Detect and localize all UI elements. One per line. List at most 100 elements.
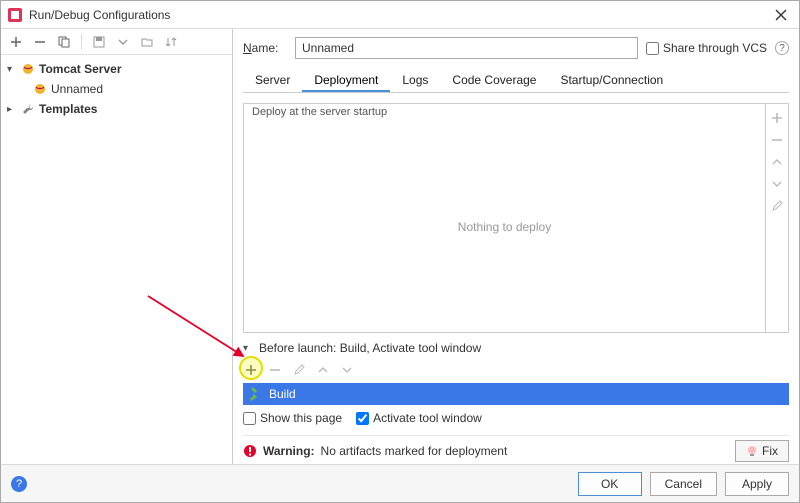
help-button[interactable]: ? xyxy=(11,476,27,492)
activate-tool-window-checkbox[interactable]: Activate tool window xyxy=(356,411,482,425)
tab-deployment[interactable]: Deployment xyxy=(302,69,390,92)
deploy-up-button[interactable] xyxy=(769,154,785,170)
cancel-button[interactable]: Cancel xyxy=(650,472,717,496)
bulb-icon xyxy=(746,445,758,457)
chevron-down-icon xyxy=(342,365,352,375)
tree-item-templates[interactable]: ▸ Templates xyxy=(1,99,232,119)
before-launch-up-button[interactable] xyxy=(315,362,331,378)
add-config-button[interactable] xyxy=(7,33,25,51)
warning-text: No artifacts marked for deployment xyxy=(321,444,508,458)
chevron-down-icon xyxy=(118,37,128,47)
separator xyxy=(81,34,82,50)
deploy-area: Deploy at the server startup Nothing to … xyxy=(243,103,789,333)
pencil-icon xyxy=(771,200,783,212)
before-launch-checks: Show this page Activate tool window xyxy=(243,411,789,425)
plus-icon xyxy=(771,112,783,124)
before-launch-item-build[interactable]: Build xyxy=(243,383,789,405)
save-icon xyxy=(93,36,105,48)
copy-icon xyxy=(58,36,70,48)
name-row: Name: Share through VCS ? xyxy=(243,37,789,59)
app-icon xyxy=(7,7,23,23)
share-vcs-label: Share through VCS xyxy=(663,41,767,55)
show-this-page-label: Show this page xyxy=(260,411,342,425)
content-split: ▾ Tomcat Server Unnamed ▸ Templates Name… xyxy=(1,29,799,464)
ok-button[interactable]: OK xyxy=(578,472,642,496)
before-launch-toolbar xyxy=(243,359,789,381)
sort-button[interactable] xyxy=(162,33,180,51)
close-button[interactable] xyxy=(769,3,793,27)
before-launch-title: Before launch: Build, Activate tool wind… xyxy=(259,341,481,355)
deploy-edit-button[interactable] xyxy=(769,198,785,214)
show-this-page-checkbox[interactable]: Show this page xyxy=(243,411,342,425)
tree-item-unnamed[interactable]: Unnamed xyxy=(1,79,232,99)
copy-config-button[interactable] xyxy=(55,33,73,51)
hammer-icon xyxy=(249,387,263,401)
warning-row: Warning: No artifacts marked for deploym… xyxy=(243,435,789,466)
activate-tool-window-label: Activate tool window xyxy=(373,411,482,425)
plus-icon xyxy=(10,36,22,48)
error-icon xyxy=(243,444,257,458)
before-launch-edit-button[interactable] xyxy=(291,362,307,378)
plus-icon xyxy=(245,364,257,376)
collapse-tree-button[interactable] xyxy=(138,33,156,51)
minus-icon xyxy=(34,36,46,48)
tomcat-icon xyxy=(21,62,35,76)
before-launch-down-button[interactable] xyxy=(339,362,355,378)
deploy-body-wrap: Deploy at the server startup Nothing to … xyxy=(244,104,788,332)
deploy-body: Nothing to deploy xyxy=(244,104,766,332)
show-this-page-input[interactable] xyxy=(243,412,256,425)
deploy-side-toolbar xyxy=(766,104,788,332)
name-input[interactable] xyxy=(295,37,638,59)
save-config-button[interactable] xyxy=(90,33,108,51)
button-bar: ? OK Cancel Apply xyxy=(1,464,799,502)
expand-tree-button[interactable] xyxy=(114,33,132,51)
chevron-down-icon: ▾ xyxy=(7,64,19,75)
fix-label: Fix xyxy=(762,444,778,458)
deploy-header: Deploy at the server startup xyxy=(252,106,387,118)
tree-item-tomcat[interactable]: ▾ Tomcat Server xyxy=(1,59,232,79)
pencil-icon xyxy=(293,364,305,376)
deploy-remove-button[interactable] xyxy=(769,132,785,148)
before-launch-remove-button[interactable] xyxy=(267,362,283,378)
fix-button[interactable]: Fix xyxy=(735,440,789,462)
chevron-up-icon xyxy=(772,157,782,167)
chevron-right-icon: ▸ xyxy=(7,104,19,115)
window-title: Run/Debug Configurations xyxy=(29,8,769,22)
chevron-down-icon: ▾ xyxy=(243,343,255,354)
apply-button[interactable]: Apply xyxy=(725,472,789,496)
tab-server[interactable]: Server xyxy=(243,69,302,92)
deploy-add-button[interactable] xyxy=(769,110,785,126)
left-toolbar xyxy=(1,29,232,55)
before-launch-add-button[interactable] xyxy=(243,362,259,378)
minus-icon xyxy=(771,134,783,146)
deploy-down-button[interactable] xyxy=(769,176,785,192)
folder-icon xyxy=(141,36,153,48)
chevron-up-icon xyxy=(318,365,328,375)
tab-code-coverage[interactable]: Code Coverage xyxy=(440,69,548,92)
left-panel: ▾ Tomcat Server Unnamed ▸ Templates xyxy=(1,29,233,464)
tree-label: Templates xyxy=(39,102,97,116)
tab-logs[interactable]: Logs xyxy=(390,69,440,92)
tree-label: Tomcat Server xyxy=(39,62,121,76)
wrench-icon xyxy=(21,102,35,116)
tabs: Server Deployment Logs Code Coverage Sta… xyxy=(243,69,789,93)
share-vcs-check-input[interactable] xyxy=(646,42,659,55)
share-vcs-checkbox[interactable]: Share through VCS xyxy=(646,41,767,55)
minus-icon xyxy=(269,364,281,376)
remove-config-button[interactable] xyxy=(31,33,49,51)
deploy-placeholder: Nothing to deploy xyxy=(458,220,551,234)
close-icon xyxy=(775,9,787,21)
activate-tool-window-input[interactable] xyxy=(356,412,369,425)
chevron-down-icon xyxy=(772,179,782,189)
titlebar: Run/Debug Configurations xyxy=(1,1,799,29)
sort-icon xyxy=(165,36,177,48)
tab-startup-connection[interactable]: Startup/Connection xyxy=(548,69,675,92)
warning-label: Warning: xyxy=(263,444,315,458)
before-launch-section: ▾ Before launch: Build, Activate tool wi… xyxy=(243,341,789,425)
right-panel: Name: Share through VCS ? Server Deploym… xyxy=(233,29,799,464)
help-icon[interactable]: ? xyxy=(775,41,789,55)
config-tree: ▾ Tomcat Server Unnamed ▸ Templates xyxy=(1,55,232,464)
before-launch-header[interactable]: ▾ Before launch: Build, Activate tool wi… xyxy=(243,341,789,355)
name-label: Name: xyxy=(243,41,287,55)
tomcat-icon xyxy=(33,82,47,96)
